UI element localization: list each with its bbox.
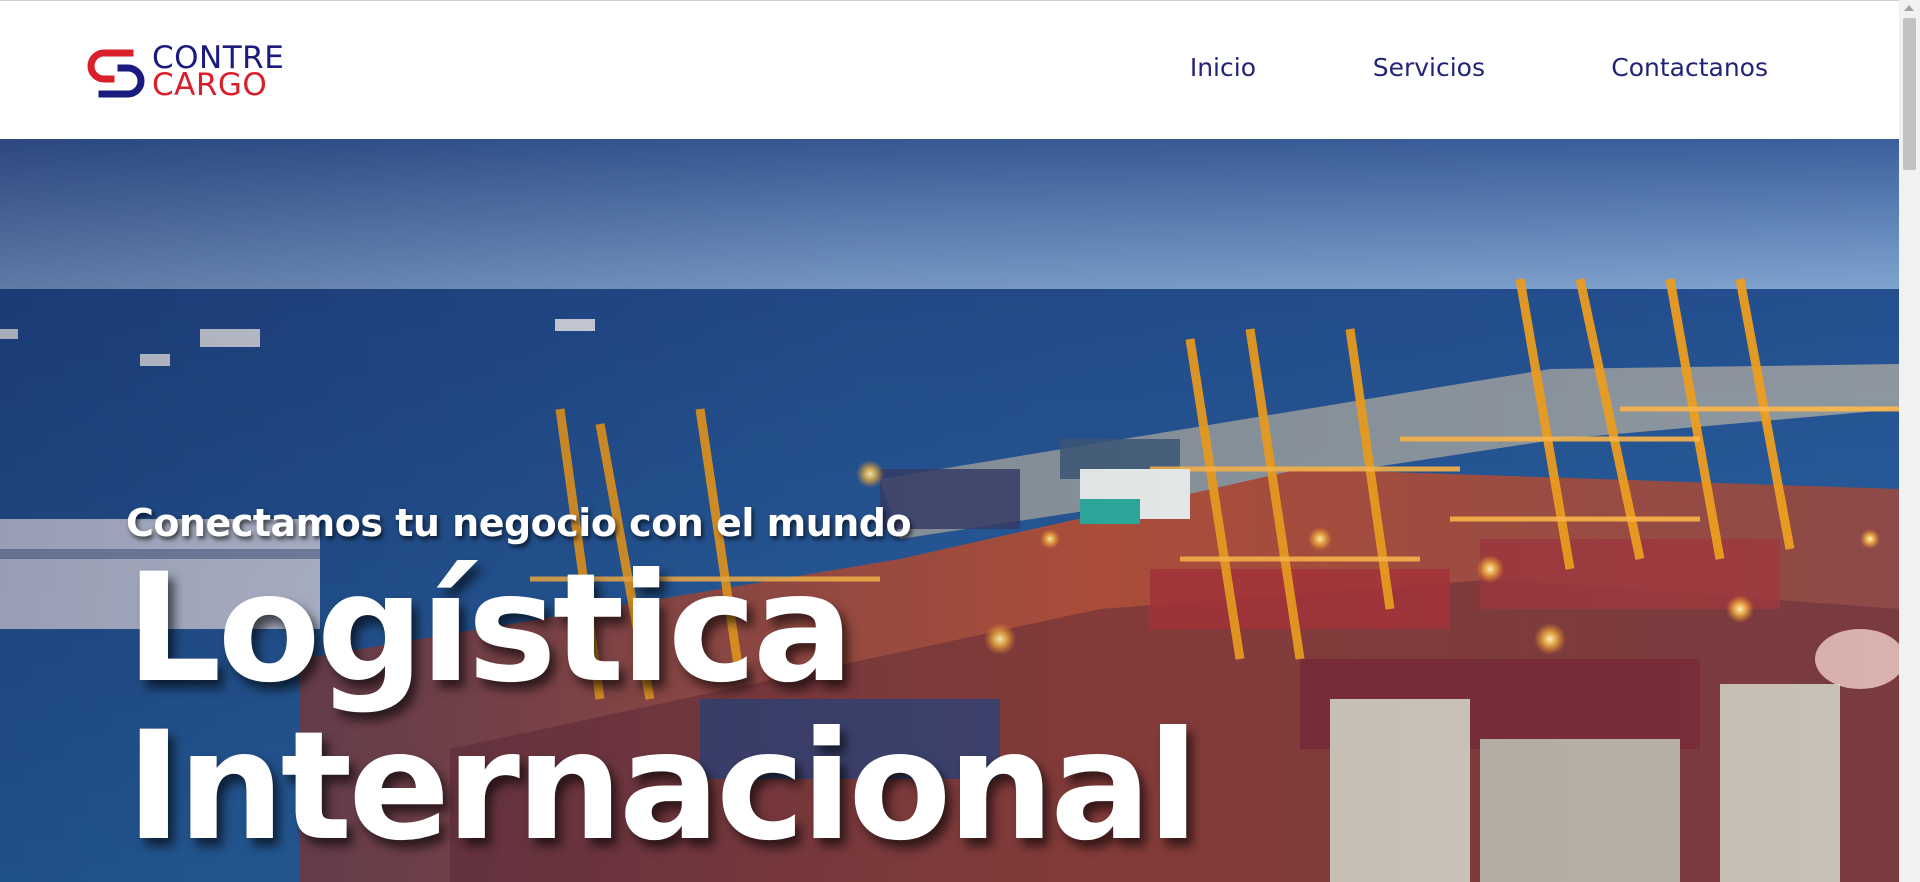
- nav-link-servicios[interactable]: Servicios: [1373, 53, 1485, 82]
- scroll-up-arrow-icon[interactable]: [1904, 5, 1914, 11]
- site-header: CONTRE CARGO Inicio Servicios Contactano…: [0, 1, 1899, 139]
- brand-logo[interactable]: CONTRE CARGO: [86, 42, 326, 104]
- nav-link-inicio[interactable]: Inicio: [1190, 53, 1256, 82]
- hero-subtitle: Conectamos tu negocio con el mundo: [126, 501, 912, 545]
- hero-text-block: Conectamos tu negocio con el mundo Logís…: [126, 499, 1199, 874]
- nav-link-contactanos[interactable]: Contactanos: [1611, 53, 1768, 82]
- logo-text-line2: CARGO: [152, 67, 268, 103]
- scrollbar-thumb[interactable]: [1903, 18, 1916, 170]
- page-scrollbar[interactable]: [1899, 0, 1920, 882]
- logo-mark-icon: [87, 49, 145, 98]
- hero-title-line2: Internacional: [126, 700, 1199, 874]
- page-viewport: CONTRE CARGO Inicio Servicios Contactano…: [0, 0, 1899, 882]
- hero-section: Conectamos tu negocio con el mundo Logís…: [0, 139, 1899, 882]
- hero-title-line1: Logística: [126, 542, 854, 716]
